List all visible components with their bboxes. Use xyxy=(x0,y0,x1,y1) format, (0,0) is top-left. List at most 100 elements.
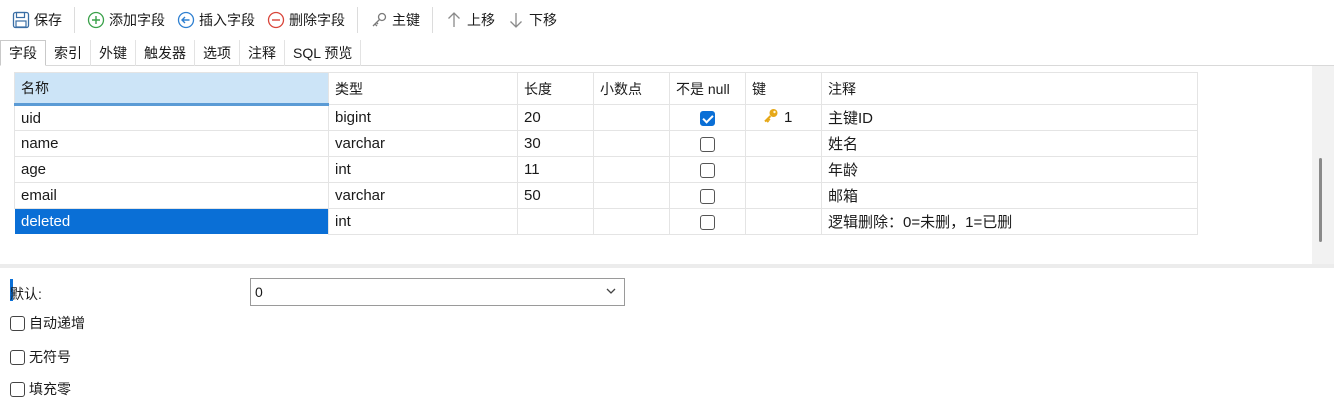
primary-key-button[interactable]: 主键 xyxy=(364,5,426,35)
tab-bar: 字段 索引 外键 触发器 选项 注释 SQL 预览 xyxy=(0,40,1334,66)
fields-grid: 名称 类型 长度 小数点 不是 null 键 注释 uid bigint 20 xyxy=(14,72,1198,235)
cell-decimals[interactable] xyxy=(593,130,670,157)
default-value-select[interactable]: 0 xyxy=(250,278,625,306)
arrow-up-icon xyxy=(445,11,463,29)
add-field-label: 添加字段 xyxy=(109,12,165,28)
unsigned-checkbox[interactable] xyxy=(10,349,25,365)
cell-length[interactable]: 20 xyxy=(517,104,594,131)
not-null-checkbox[interactable] xyxy=(700,110,715,126)
move-up-button[interactable]: 上移 xyxy=(439,5,501,35)
column-header-not-null[interactable]: 不是 null xyxy=(669,72,746,105)
cell-comment[interactable]: 主键ID xyxy=(821,104,1198,131)
vertical-scrollbar[interactable] xyxy=(1312,66,1334,264)
cell-decimals[interactable] xyxy=(593,182,670,209)
unsigned-option[interactable]: 无符号 xyxy=(10,347,71,367)
delete-field-label: 删除字段 xyxy=(289,12,345,28)
column-header-decimals[interactable]: 小数点 xyxy=(593,72,670,105)
save-label: 保存 xyxy=(34,12,62,28)
add-field-button[interactable]: 添加字段 xyxy=(81,5,171,35)
table-row-selected[interactable]: deleted int 逻辑删除：0=未删，1=已删 xyxy=(14,208,1198,235)
cell-key[interactable] xyxy=(745,182,822,209)
fields-grid-area: 名称 类型 长度 小数点 不是 null 键 注释 uid bigint 20 xyxy=(0,66,1334,301)
cell-decimals[interactable] xyxy=(593,156,670,183)
cell-key[interactable]: 1 xyxy=(745,104,822,131)
chevron-down-icon[interactable] xyxy=(604,284,618,298)
cell-not-null[interactable] xyxy=(669,182,746,209)
not-null-checkbox[interactable] xyxy=(700,188,715,204)
unsigned-label: 无符号 xyxy=(29,349,71,365)
move-up-label: 上移 xyxy=(467,12,495,28)
primary-key-label: 主键 xyxy=(392,12,420,28)
column-header-type[interactable]: 类型 xyxy=(328,72,518,105)
column-header-key[interactable]: 键 xyxy=(745,72,822,105)
cell-type[interactable]: int xyxy=(328,156,518,183)
cell-type[interactable]: bigint xyxy=(328,104,518,131)
not-null-checkbox[interactable] xyxy=(700,162,715,178)
zerofill-checkbox[interactable] xyxy=(10,381,25,397)
cell-key[interactable] xyxy=(745,208,822,235)
cell-comment[interactable]: 年龄 xyxy=(821,156,1198,183)
table-row[interactable]: age int 11 年龄 xyxy=(14,156,1198,183)
cell-comment[interactable]: 逻辑删除：0=未删，1=已删 xyxy=(821,208,1198,235)
zerofill-label: 填充零 xyxy=(29,381,71,397)
cell-name[interactable]: uid xyxy=(14,104,329,131)
cell-type[interactable]: int xyxy=(328,208,518,235)
minus-circle-icon xyxy=(267,11,285,29)
cell-type[interactable]: varchar xyxy=(328,130,518,157)
cell-comment[interactable]: 邮箱 xyxy=(821,182,1198,209)
cell-key[interactable] xyxy=(745,130,822,157)
cell-length[interactable] xyxy=(517,208,594,235)
key-order: 1 xyxy=(784,109,793,126)
cell-not-null[interactable] xyxy=(669,156,746,183)
column-header-length[interactable]: 长度 xyxy=(517,72,594,105)
default-value: 0 xyxy=(255,284,263,300)
cell-decimals[interactable] xyxy=(593,208,670,235)
zerofill-option[interactable]: 填充零 xyxy=(10,379,71,399)
grid-header-row: 名称 类型 长度 小数点 不是 null 键 注释 xyxy=(14,72,1198,106)
arrow-down-icon xyxy=(507,11,525,29)
arrow-left-circle-icon xyxy=(177,11,195,29)
toolbar-separator xyxy=(357,7,358,33)
tab-fields[interactable]: 字段 xyxy=(0,40,46,66)
column-header-comment[interactable]: 注释 xyxy=(821,72,1198,105)
not-null-checkbox[interactable] xyxy=(700,214,715,230)
cell-not-null[interactable] xyxy=(669,130,746,157)
save-button[interactable]: 保存 xyxy=(6,5,68,35)
cell-not-null[interactable] xyxy=(669,208,746,235)
table-row[interactable]: email varchar 50 邮箱 xyxy=(14,182,1198,209)
toolbar-separator xyxy=(74,7,75,33)
auto-increment-label: 自动递增 xyxy=(29,315,85,331)
auto-increment-option[interactable]: 自动递增 xyxy=(10,313,85,333)
cell-name[interactable]: deleted xyxy=(14,208,329,235)
insert-field-button[interactable]: 插入字段 xyxy=(171,5,261,35)
cell-name[interactable]: email xyxy=(14,182,329,209)
column-header-name[interactable]: 名称 xyxy=(14,72,329,106)
tab-triggers[interactable]: 触发器 xyxy=(136,40,195,66)
cell-name[interactable]: name xyxy=(14,130,329,157)
cell-comment[interactable]: 姓名 xyxy=(821,130,1198,157)
cell-length[interactable]: 50 xyxy=(517,182,594,209)
grid-divider xyxy=(0,264,1334,268)
tab-sql-preview[interactable]: SQL 预览 xyxy=(285,40,362,66)
cell-type[interactable]: varchar xyxy=(328,182,518,209)
auto-increment-checkbox[interactable] xyxy=(10,315,25,331)
tab-indexes[interactable]: 索引 xyxy=(46,40,91,66)
move-down-button[interactable]: 下移 xyxy=(501,5,563,35)
toolbar: 保存 添加字段 插入字段 删除字段 主键 上移 下移 xyxy=(0,0,1334,40)
cell-length[interactable]: 30 xyxy=(517,130,594,157)
tab-options[interactable]: 选项 xyxy=(195,40,240,66)
not-null-checkbox[interactable] xyxy=(700,136,715,152)
table-row[interactable]: uid bigint 20 1 主键ID xyxy=(14,104,1198,131)
scrollbar-thumb[interactable] xyxy=(1319,158,1322,242)
cell-length[interactable]: 11 xyxy=(517,156,594,183)
plus-circle-icon xyxy=(87,11,105,29)
cell-not-null[interactable] xyxy=(669,104,746,131)
toolbar-separator xyxy=(432,7,433,33)
tab-foreign-keys[interactable]: 外键 xyxy=(91,40,136,66)
delete-field-button[interactable]: 删除字段 xyxy=(261,5,351,35)
cell-decimals[interactable] xyxy=(593,104,670,131)
tab-comment[interactable]: 注释 xyxy=(240,40,285,66)
cell-name[interactable]: age xyxy=(14,156,329,183)
cell-key[interactable] xyxy=(745,156,822,183)
table-row[interactable]: name varchar 30 姓名 xyxy=(14,130,1198,157)
